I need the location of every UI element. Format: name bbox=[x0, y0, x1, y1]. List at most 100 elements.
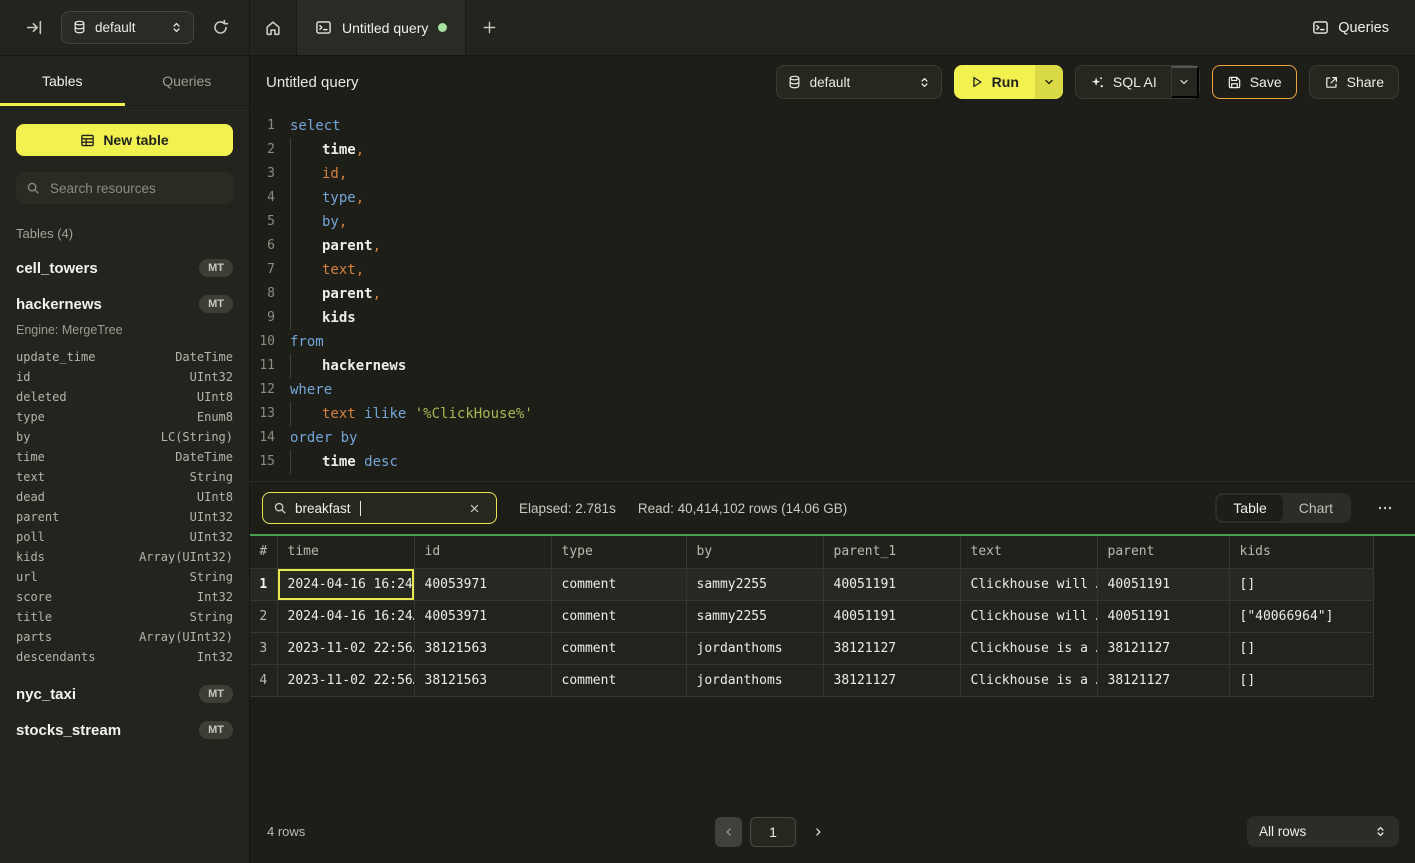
column-header[interactable]: kids bbox=[1229, 536, 1373, 568]
column-row[interactable]: urlString bbox=[16, 567, 233, 587]
sidebar-search-input[interactable] bbox=[48, 180, 223, 197]
queries-button[interactable]: Queries bbox=[1302, 0, 1415, 55]
editor-line[interactable]: 6parent, bbox=[250, 234, 1415, 258]
editor-line[interactable]: 15time desc bbox=[250, 450, 1415, 474]
table-cell[interactable]: 38121127 bbox=[1097, 664, 1229, 696]
table-cell[interactable]: 38121127 bbox=[823, 632, 960, 664]
new-table-button[interactable]: New table bbox=[16, 124, 233, 156]
table-cell[interactable]: sammy2255 bbox=[686, 568, 823, 600]
table-cell[interactable]: Clickhouse is a … bbox=[960, 664, 1097, 696]
column-row[interactable]: deletedUInt8 bbox=[16, 387, 233, 407]
query-database-select[interactable]: default bbox=[776, 65, 942, 99]
page-number-button[interactable]: 1 bbox=[750, 817, 796, 847]
table-cell[interactable]: 2024-04-16 16:24… bbox=[277, 600, 414, 632]
editor-line[interactable]: 11hackernews bbox=[250, 354, 1415, 378]
column-row[interactable]: scoreInt32 bbox=[16, 587, 233, 607]
editor-line[interactable]: 14order by bbox=[250, 426, 1415, 450]
editor-line[interactable]: 7text, bbox=[250, 258, 1415, 282]
table-cell[interactable]: 40053971 bbox=[414, 568, 551, 600]
sidebar-tab-tables[interactable]: Tables bbox=[0, 56, 125, 105]
table-cell[interactable]: [] bbox=[1229, 568, 1373, 600]
editor-line[interactable]: 9kids bbox=[250, 306, 1415, 330]
table-cell[interactable]: 40051191 bbox=[1097, 600, 1229, 632]
column-row[interactable]: partsArray(UInt32) bbox=[16, 627, 233, 647]
refresh-button[interactable] bbox=[208, 15, 233, 40]
table-cell[interactable]: comment bbox=[551, 632, 686, 664]
editor-line[interactable]: 10from bbox=[250, 330, 1415, 354]
column-row[interactable]: typeEnum8 bbox=[16, 407, 233, 427]
editor-line[interactable]: 1select bbox=[250, 114, 1415, 138]
table-cell[interactable]: jordanthoms bbox=[686, 664, 823, 696]
column-header[interactable]: id bbox=[414, 536, 551, 568]
sidebar-table-hackernews[interactable]: hackernews MT bbox=[16, 295, 233, 313]
editor-line[interactable]: 8parent, bbox=[250, 282, 1415, 306]
column-row[interactable]: descendantsInt32 bbox=[16, 647, 233, 667]
table-cell[interactable]: 2023-11-02 22:56… bbox=[277, 664, 414, 696]
table-cell[interactable]: comment bbox=[551, 568, 686, 600]
table-cell[interactable]: 38121127 bbox=[1097, 632, 1229, 664]
sidebar-table-cell-towers[interactable]: cell_towers MT bbox=[16, 259, 233, 277]
sidebar-table-nyc-taxi[interactable]: nyc_taxi MT bbox=[16, 685, 233, 703]
home-tab[interactable] bbox=[250, 0, 297, 55]
table-cell[interactable]: 38121563 bbox=[414, 632, 551, 664]
column-row[interactable]: textString bbox=[16, 467, 233, 487]
table-cell[interactable]: 40051191 bbox=[823, 568, 960, 600]
sidebar-table-stocks-stream[interactable]: stocks_stream MT bbox=[16, 721, 233, 739]
table-cell[interactable]: Clickhouse will … bbox=[960, 568, 1097, 600]
column-row[interactable]: parentUInt32 bbox=[16, 507, 233, 527]
table-cell[interactable]: comment bbox=[551, 664, 686, 696]
table-cell[interactable]: [] bbox=[1229, 632, 1373, 664]
results-search[interactable]: breakfast bbox=[262, 492, 497, 524]
table-cell[interactable]: comment bbox=[551, 600, 686, 632]
next-page-button[interactable] bbox=[804, 817, 831, 847]
page-size-select[interactable]: All rows bbox=[1247, 816, 1399, 847]
save-button[interactable]: Save bbox=[1212, 65, 1297, 99]
run-button[interactable]: Run bbox=[954, 65, 1035, 99]
column-header[interactable]: time bbox=[277, 536, 414, 568]
row-number-cell[interactable]: 2 bbox=[250, 600, 277, 632]
sql-ai-options-button[interactable] bbox=[1171, 66, 1199, 98]
table-cell[interactable]: Clickhouse is a … bbox=[960, 632, 1097, 664]
column-row[interactable]: pollUInt32 bbox=[16, 527, 233, 547]
row-number-cell[interactable]: 3 bbox=[250, 632, 277, 664]
table-cell[interactable]: 40051191 bbox=[1097, 568, 1229, 600]
topbar-database-select[interactable]: default bbox=[61, 11, 194, 44]
table-cell[interactable]: sammy2255 bbox=[686, 600, 823, 632]
column-row[interactable]: timeDateTime bbox=[16, 447, 233, 467]
column-header[interactable]: parent bbox=[1097, 536, 1229, 568]
previous-page-button[interactable] bbox=[715, 817, 742, 847]
editor-line[interactable]: 13text ilike '%ClickHouse%' bbox=[250, 402, 1415, 426]
editor-line[interactable]: 3id, bbox=[250, 162, 1415, 186]
column-row[interactable]: update_timeDateTime bbox=[16, 347, 233, 367]
column-row[interactable]: kidsArray(UInt32) bbox=[16, 547, 233, 567]
new-tab-button[interactable] bbox=[466, 0, 513, 55]
tab-untitled-query[interactable]: Untitled query bbox=[297, 0, 466, 55]
column-header[interactable]: parent_1 bbox=[823, 536, 960, 568]
table-cell[interactable]: Clickhouse will … bbox=[960, 600, 1097, 632]
sidebar-tab-queries[interactable]: Queries bbox=[125, 56, 250, 105]
run-options-button[interactable] bbox=[1035, 65, 1063, 99]
share-button[interactable]: Share bbox=[1309, 65, 1399, 99]
table-cell[interactable]: 40051191 bbox=[823, 600, 960, 632]
toggle-table[interactable]: Table bbox=[1217, 495, 1282, 521]
editor-line[interactable]: 4type, bbox=[250, 186, 1415, 210]
collapse-sidebar-button[interactable] bbox=[22, 15, 47, 40]
table-cell[interactable]: 2023-11-02 22:56… bbox=[277, 632, 414, 664]
column-row[interactable]: deadUInt8 bbox=[16, 487, 233, 507]
column-row[interactable]: byLC(String) bbox=[16, 427, 233, 447]
table-cell[interactable]: ["40066964"] bbox=[1229, 600, 1373, 632]
sql-editor[interactable]: 1select2time,3id,4type,5by,6parent,7text… bbox=[250, 108, 1415, 482]
column-row[interactable]: idUInt32 bbox=[16, 367, 233, 387]
row-number-cell[interactable]: 4 bbox=[250, 664, 277, 696]
table-cell[interactable]: 2024-04-16 16:24… bbox=[277, 568, 414, 600]
table-cell[interactable]: jordanthoms bbox=[686, 632, 823, 664]
table-cell[interactable]: 38121563 bbox=[414, 664, 551, 696]
column-header[interactable]: by bbox=[686, 536, 823, 568]
column-header[interactable]: text bbox=[960, 536, 1097, 568]
more-options-button[interactable] bbox=[1373, 496, 1397, 520]
table-cell[interactable]: 40053971 bbox=[414, 600, 551, 632]
table-cell[interactable]: 38121127 bbox=[823, 664, 960, 696]
toggle-chart[interactable]: Chart bbox=[1283, 495, 1349, 521]
clear-search-button[interactable] bbox=[463, 502, 486, 515]
editor-line[interactable]: 2time, bbox=[250, 138, 1415, 162]
